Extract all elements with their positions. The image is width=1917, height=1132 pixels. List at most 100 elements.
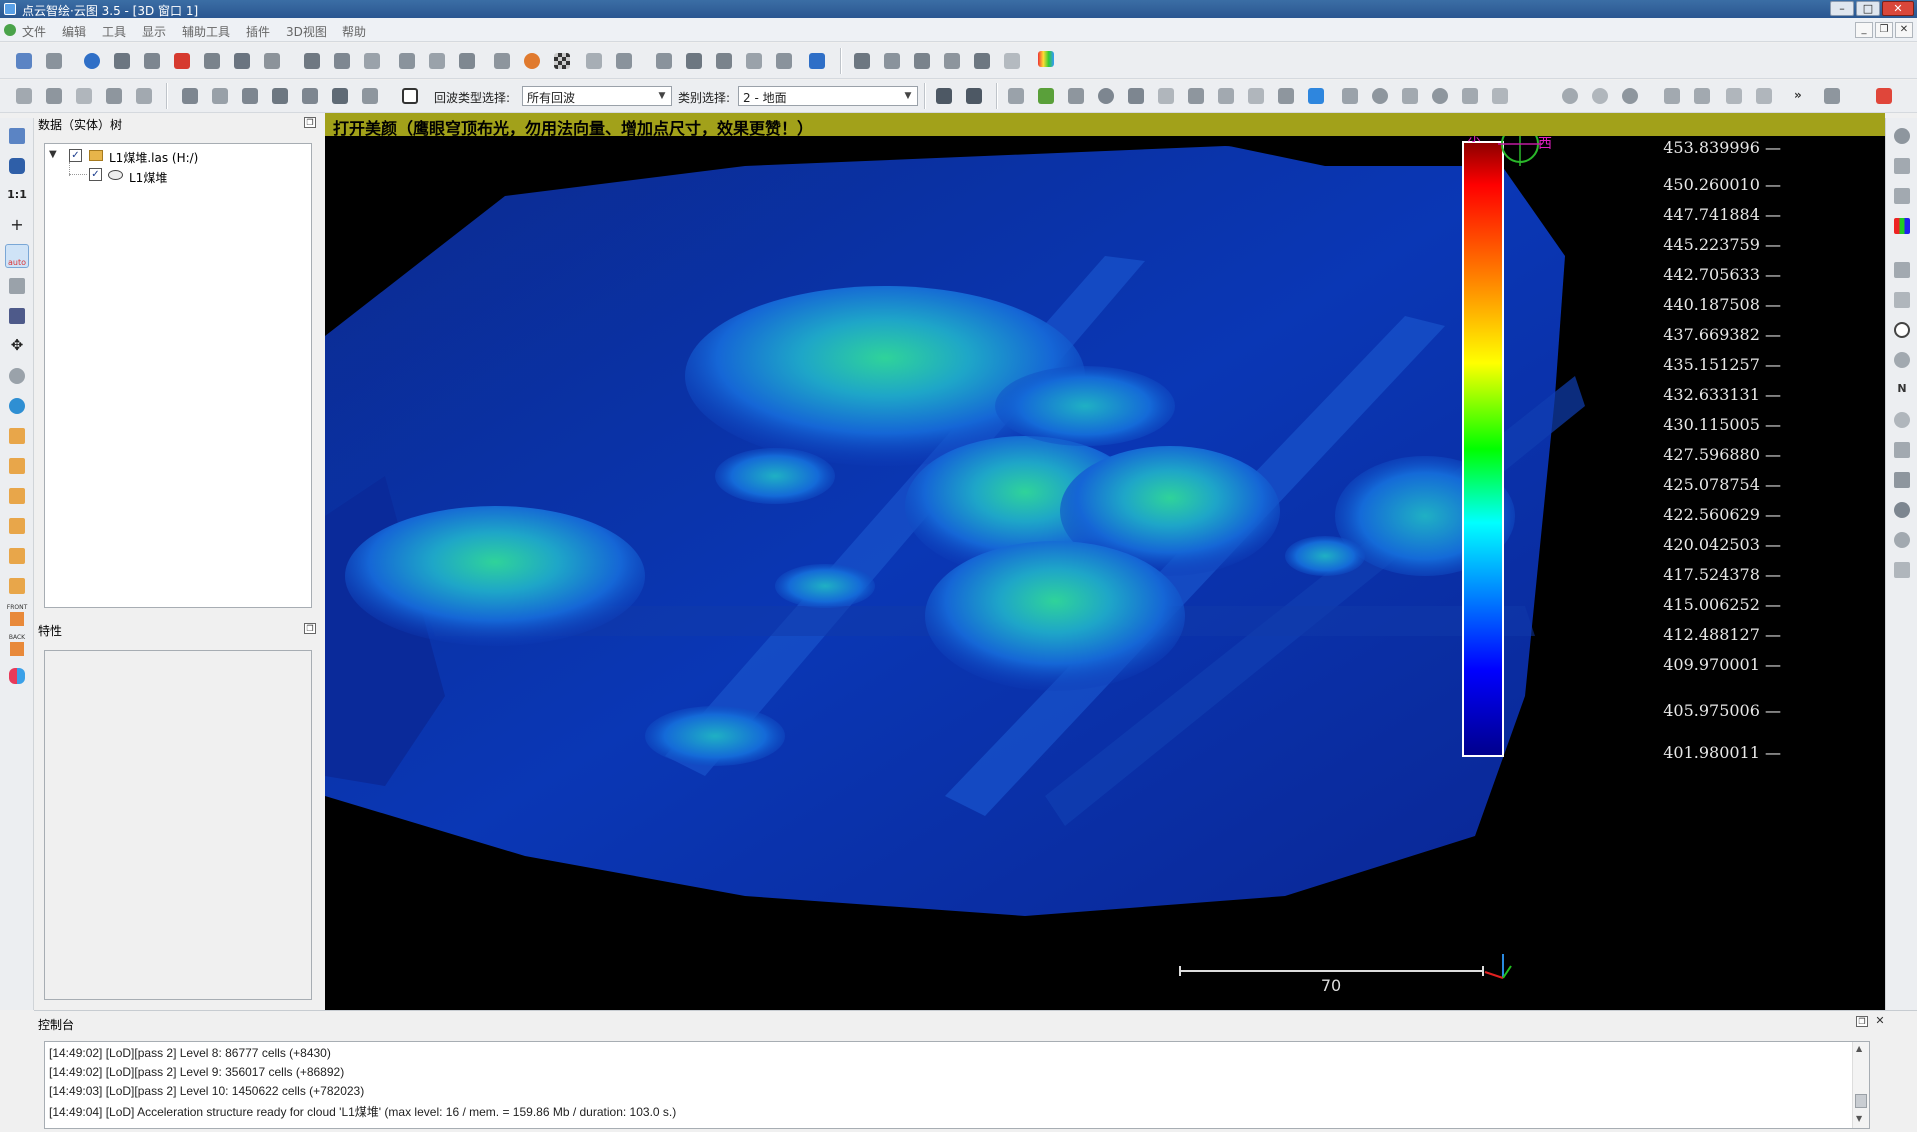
filter-c-button[interactable] — [72, 84, 96, 108]
console-scrollbar[interactable]: ▲ ▼ — [1852, 1042, 1869, 1128]
tool-r7-button[interactable] — [1890, 318, 1914, 342]
fm-button[interactable] — [1690, 84, 1714, 108]
info-button[interactable] — [1488, 84, 1512, 108]
menu-3d-view[interactable]: 3D视图 — [286, 23, 327, 40]
sf-max-button[interactable] — [910, 49, 934, 73]
layer-c-button[interactable] — [238, 84, 262, 108]
sf-delete-button[interactable] — [1000, 49, 1024, 73]
tree-button[interactable] — [1154, 84, 1178, 108]
points-button[interactable] — [1338, 84, 1362, 108]
hand-button[interactable] — [330, 49, 354, 73]
tool-r12-button[interactable] — [1890, 468, 1914, 492]
rect-select-button[interactable] — [398, 84, 422, 108]
open-button[interactable] — [12, 49, 36, 73]
db-tree-float-button[interactable]: ❐ — [304, 117, 316, 128]
tool-r15-button[interactable] — [1890, 558, 1914, 582]
view-eye-button[interactable] — [80, 49, 104, 73]
crosshair-button[interactable]: + — [5, 214, 29, 238]
scroll-up-icon[interactable]: ▲ — [1856, 1044, 1862, 1053]
point-cloud-render[interactable]: 东 Z 北 西 70 — [325, 136, 1885, 1010]
tool-c-button[interactable] — [772, 49, 796, 73]
tree-checkbox-cloud[interactable]: ✓ — [89, 168, 102, 181]
layer-b-button[interactable] — [208, 84, 232, 108]
line-button[interactable] — [1244, 84, 1268, 108]
scale-1to1-button[interactable]: 1:1 — [5, 184, 29, 208]
echo-type-select[interactable]: 所有回波 ▼ — [522, 86, 672, 106]
sf-button[interactable] — [1034, 47, 1058, 71]
sf-filter-button[interactable] — [940, 49, 964, 73]
refresh-button[interactable] — [1094, 84, 1118, 108]
list-button[interactable] — [140, 49, 164, 73]
segment-button[interactable] — [300, 49, 324, 73]
window-a-button[interactable] — [1722, 84, 1746, 108]
merge-button[interactable] — [230, 49, 254, 73]
zoom-fit-button[interactable] — [5, 394, 29, 418]
expand-icon[interactable]: ▼ — [49, 149, 57, 160]
rgb-button[interactable] — [1890, 214, 1914, 238]
tree-checkbox-file[interactable]: ✓ — [69, 149, 82, 162]
layer-e-button[interactable] — [298, 84, 322, 108]
scatter-button[interactable] — [425, 49, 449, 73]
stereo-button[interactable] — [5, 664, 29, 688]
view-back-button[interactable] — [5, 514, 29, 538]
view-right-button[interactable] — [5, 544, 29, 568]
filter-a-button[interactable] — [12, 84, 36, 108]
iso-front-button[interactable]: FRONT — [5, 604, 29, 628]
scroll-down-icon[interactable]: ▼ — [1856, 1114, 1862, 1123]
perspective-button[interactable] — [5, 274, 29, 298]
mesh-button[interactable] — [395, 49, 419, 73]
view-b-button[interactable] — [962, 84, 986, 108]
checker-button[interactable] — [550, 49, 574, 73]
view-a-button[interactable] — [932, 84, 956, 108]
properties-float-button[interactable]: ❐ — [304, 623, 316, 634]
rotate-button[interactable] — [1274, 84, 1298, 108]
add-point-button[interactable] — [170, 49, 194, 73]
mdi-minimize-button[interactable]: _ — [1855, 22, 1873, 38]
tool-r5-button[interactable] — [1890, 258, 1914, 282]
plane-button[interactable] — [712, 49, 736, 73]
pan-button[interactable]: ✥ — [5, 334, 29, 358]
view-left-button[interactable] — [5, 484, 29, 508]
view-3d[interactable]: 打开美颜（鹰眼穹顶布光，勿用法向量、增加点尺寸，效果更赞！） 东 西 70 45… — [325, 113, 1885, 1010]
console-close-button[interactable]: ✕ — [1874, 1015, 1886, 1027]
minimize-button[interactable]: – — [1830, 1, 1854, 16]
ortho-button[interactable] — [5, 304, 29, 328]
close-button[interactable]: ✕ — [1882, 1, 1914, 16]
zoom-button[interactable] — [5, 364, 29, 388]
mdi-restore-button[interactable]: ❐ — [1875, 22, 1893, 38]
tree-item-cloud[interactable]: L1煤堆 — [129, 169, 167, 186]
kd-button[interactable] — [1660, 84, 1684, 108]
shield-button[interactable] — [1124, 84, 1148, 108]
layer-a-button[interactable] — [178, 84, 202, 108]
tool-r1-button[interactable] — [1890, 124, 1914, 148]
save-button[interactable] — [42, 49, 66, 73]
sf-add-button[interactable] — [970, 49, 994, 73]
sf-grad-button[interactable] — [880, 49, 904, 73]
display-button[interactable] — [5, 124, 29, 148]
histogram-button[interactable] — [850, 49, 874, 73]
color-button[interactable] — [520, 49, 544, 73]
filter-b-button[interactable] — [42, 84, 66, 108]
maximize-button[interactable]: □ — [1856, 1, 1880, 16]
ring-b-button[interactable] — [1588, 84, 1612, 108]
delete-button[interactable] — [260, 49, 284, 73]
tool-a-button[interactable] — [652, 49, 676, 73]
ring-c-button[interactable] — [1618, 84, 1642, 108]
warning-button[interactable] — [1214, 84, 1238, 108]
profile-button[interactable] — [1398, 84, 1422, 108]
more-button[interactable]: » — [1790, 84, 1814, 108]
layer-d-button[interactable] — [268, 84, 292, 108]
camera-button[interactable] — [5, 154, 29, 178]
menu-display[interactable]: 显示 — [142, 23, 166, 40]
menu-file[interactable]: 文件 — [22, 23, 46, 40]
menu-plugins[interactable]: 插件 — [246, 23, 270, 40]
subsample-button[interactable] — [360, 49, 384, 73]
tool-r3-button[interactable] — [1890, 184, 1914, 208]
red-tool-button[interactable] — [1872, 84, 1896, 108]
north-button[interactable]: N — [1890, 378, 1914, 402]
ring-a-button[interactable] — [1558, 84, 1582, 108]
gear-button[interactable] — [1428, 84, 1452, 108]
iso-back-button[interactable]: BACK — [5, 634, 29, 658]
menu-edit[interactable]: 编辑 — [62, 23, 86, 40]
view-front-button[interactable] — [5, 454, 29, 478]
